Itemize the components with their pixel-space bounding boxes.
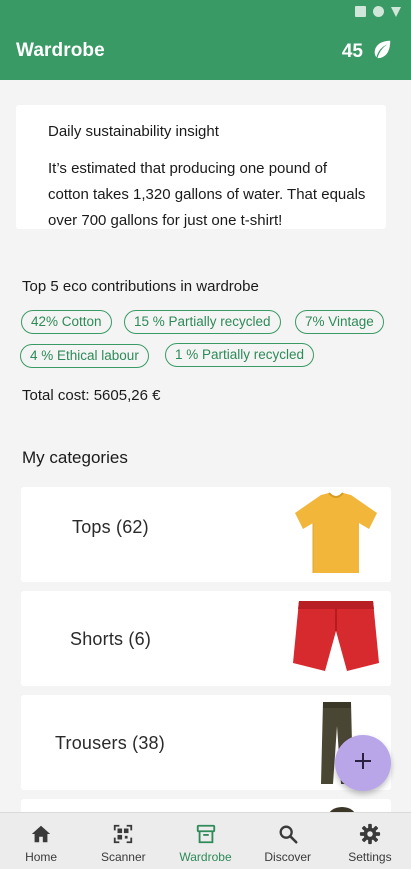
eco-chip[interactable]: 15 % Partially recycled xyxy=(124,310,281,334)
total-cost: Total cost: 5605,26 € xyxy=(22,387,161,404)
bottom-navigation: Home Scanner Wardrobe Discover Settings xyxy=(0,812,411,869)
red-shorts-image xyxy=(291,597,381,682)
eco-score-value: 45 xyxy=(341,41,363,62)
eco-chip[interactable]: 4 % Ethical labour xyxy=(20,344,149,368)
categories-heading: My categories xyxy=(22,448,128,467)
category-card-tops[interactable]: Tops (62) xyxy=(21,487,391,582)
nav-item-discover[interactable]: Discover xyxy=(247,813,329,869)
home-icon xyxy=(30,823,52,845)
screen: Wardrobe 45 Daily sustainability insight… xyxy=(0,0,411,869)
yellow-tshirt-image xyxy=(291,489,381,582)
search-icon xyxy=(277,823,299,845)
status-circle-icon xyxy=(373,6,384,17)
nav-label: Settings xyxy=(348,850,392,864)
nav-item-settings[interactable]: Settings xyxy=(329,813,411,869)
nav-item-wardrobe[interactable]: Wardrobe xyxy=(164,813,246,869)
eco-chip[interactable]: 7% Vintage xyxy=(295,310,384,334)
plus-icon xyxy=(354,752,372,775)
nav-item-home[interactable]: Home xyxy=(0,813,82,869)
eco-chip[interactable]: 42% Cotton xyxy=(21,310,112,334)
wardrobe-icon xyxy=(195,823,217,845)
category-card-partial[interactable] xyxy=(21,799,391,812)
eco-chip[interactable]: 1 % Partially recycled xyxy=(165,343,315,367)
qr-scanner-icon xyxy=(112,823,134,845)
app-bar: Wardrobe 45 xyxy=(0,0,411,80)
nav-label: Home xyxy=(25,850,58,864)
status-bar xyxy=(355,6,401,17)
gear-icon xyxy=(359,823,381,845)
status-square-icon xyxy=(355,6,366,17)
status-triangle-icon xyxy=(391,6,401,17)
nav-item-scanner[interactable]: Scanner xyxy=(82,813,164,869)
insight-title: Daily sustainability insight xyxy=(48,123,219,140)
nav-label: Wardrobe xyxy=(179,850,232,864)
dark-clothing-image xyxy=(327,805,357,812)
nav-label: Scanner xyxy=(100,850,146,864)
page-title: Wardrobe xyxy=(16,40,105,61)
eco-contributions-heading: Top 5 eco contributions in wardrobe xyxy=(22,278,259,295)
eco-score[interactable]: 45 xyxy=(342,38,393,66)
category-label: Tops (62) xyxy=(72,517,149,537)
category-card-trousers[interactable]: Trousers (38) xyxy=(21,695,391,790)
category-label: Trousers (38) xyxy=(55,733,165,753)
category-card-shorts[interactable]: Shorts (6) xyxy=(21,591,391,686)
insight-text: It’s estimated that producing one pound … xyxy=(48,160,366,229)
leaf-icon xyxy=(371,38,393,66)
nav-label: Discover xyxy=(264,850,312,864)
category-label: Shorts (6) xyxy=(70,629,152,649)
wardrobe-content[interactable]: Daily sustainability insight It’s estima… xyxy=(0,80,411,812)
insight-card: Daily sustainability insight It’s estima… xyxy=(16,105,386,229)
add-item-button[interactable] xyxy=(335,735,391,791)
